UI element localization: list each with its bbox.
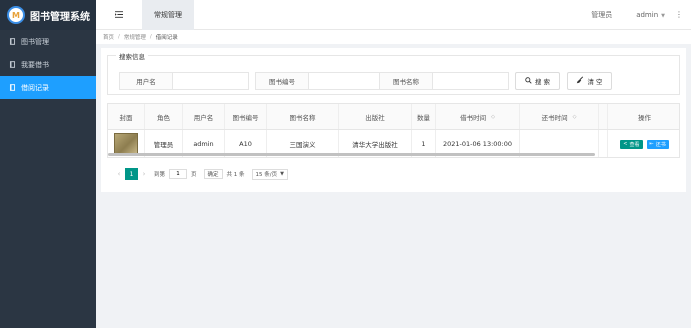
sort-icon[interactable]: ◇: [491, 114, 495, 120]
search-fieldset: 搜索信息 用户名 图书编号 图书名称 搜 索 清 空: [107, 51, 680, 95]
col-spacer: [599, 104, 608, 129]
app-title: 图书管理系统: [30, 11, 90, 23]
breadcrumb-general[interactable]: 常规管理: [124, 33, 146, 41]
book-icon: [9, 38, 16, 45]
tab-general-management[interactable]: 常规管理: [142, 0, 194, 30]
book-name-label: 图书名称: [379, 72, 433, 90]
next-page-icon[interactable]: ›: [138, 170, 150, 178]
breadcrumb-separator: /: [118, 34, 120, 40]
book-no-label: 图书编号: [255, 72, 309, 90]
col-return-time[interactable]: 还书时间 ◇: [520, 104, 599, 129]
share-icon: <: [623, 141, 628, 147]
user-menu[interactable]: admin ▼: [636, 11, 665, 19]
breadcrumb: 首页 / 常规管理 / 借阅记录: [96, 30, 691, 44]
sidebar-item-label: 图书管理: [21, 37, 49, 46]
book-cover-image: [114, 133, 138, 155]
broom-icon: [576, 76, 584, 86]
page-unit: 页: [191, 172, 197, 178]
sidebar-item-book-management[interactable]: 图书管理: [0, 30, 96, 53]
username-label: 用户名: [119, 72, 173, 90]
col-actions: 操作: [638, 113, 651, 122]
return-book-label: 还书: [655, 141, 666, 148]
total-count: 共 1 条: [226, 172, 245, 178]
book-no-input[interactable]: [309, 72, 385, 90]
borrow-records-table: 封面 角色 用户名 图书编号 图书名称 出版社 数量 借书时间 ◇ 还书时间 ◇ 操…: [107, 103, 680, 158]
breadcrumb-current: 借阅记录: [155, 35, 178, 41]
col-return-time-label: 还书时间: [541, 113, 568, 122]
search-button[interactable]: 搜 索: [515, 72, 560, 90]
col-book-no: 图书编号: [225, 104, 267, 129]
horizontal-scrollbar[interactable]: [108, 153, 595, 156]
view-button-label: 查看: [629, 141, 640, 148]
col-borrow-time[interactable]: 借书时间 ◇: [436, 104, 520, 129]
sidebar-item-borrow-book[interactable]: 我要借书: [0, 53, 96, 76]
sidebar-item-label: 我要借书: [21, 60, 49, 69]
header-right: 管理员 admin ▼ ⋮: [567, 0, 691, 30]
book-icon: [9, 61, 16, 68]
username-input[interactable]: [173, 72, 249, 90]
breadcrumb-separator: /: [149, 34, 152, 40]
book-icon: [9, 84, 16, 91]
goto-label: 到第: [154, 172, 166, 178]
page-number-current[interactable]: 1: [125, 168, 138, 180]
col-book-name: 图书名称: [267, 104, 339, 129]
more-icon[interactable]: ⋮: [675, 10, 683, 19]
search-legend: 搜索信息: [116, 51, 148, 61]
book-name-input[interactable]: [433, 72, 509, 90]
goto-page-input[interactable]: [169, 169, 188, 179]
role-link[interactable]: 管理员: [591, 10, 612, 20]
app-logo: M: [7, 6, 25, 24]
top-header: 常规管理 管理员 admin ▼ ⋮: [96, 0, 691, 30]
return-icon: ⇤: [649, 141, 654, 147]
col-role: 角色: [145, 104, 183, 129]
menu-fold-icon[interactable]: [96, 0, 142, 30]
page-size-value: 15 条/页: [255, 172, 278, 178]
confirm-page-button[interactable]: 确定: [203, 169, 223, 179]
logo-row[interactable]: M 图书管理系统: [0, 0, 96, 30]
col-username: 用户名: [183, 104, 225, 129]
search-button-label: 搜 索: [534, 78, 551, 86]
clear-button-label: 清 空: [587, 78, 603, 86]
sidebar-item-label: 借阅记录: [21, 83, 49, 92]
actions-cell: < 查看 ⇤ 还书: [608, 130, 679, 157]
content-card: 搜索信息 用户名 图书编号 图书名称 搜 索 清 空 封面 角色 用户名 图书编…: [101, 48, 686, 192]
chevron-down-icon: ▼: [280, 171, 285, 177]
pagination: ‹ 1 › 到第 页 确定 共 1 条 15 条/页▼: [113, 167, 289, 181]
view-button[interactable]: < 查看: [620, 139, 643, 149]
col-cover: 封面: [108, 104, 145, 129]
return-book-button[interactable]: ⇤ 还书: [646, 139, 669, 149]
user-name: admin: [636, 10, 659, 19]
spacer-cell: [599, 130, 608, 157]
breadcrumb-home[interactable]: 首页: [103, 33, 114, 41]
search-icon: [525, 76, 532, 86]
clear-button[interactable]: 清 空: [567, 72, 612, 90]
col-publisher: 出版社: [339, 104, 412, 129]
sort-icon[interactable]: ◇: [573, 114, 577, 120]
sidebar-item-borrow-records[interactable]: 借阅记录: [0, 76, 96, 99]
table-header: 封面 角色 用户名 图书编号 图书名称 出版社 数量 借书时间 ◇ 还书时间 ◇ 操…: [108, 104, 679, 130]
col-borrow-time-label: 借书时间: [460, 113, 487, 122]
chevron-down-icon: ▼: [661, 12, 665, 19]
sidebar: M 图书管理系统 图书管理 我要借书 借阅记录: [0, 0, 96, 328]
prev-page-icon[interactable]: ‹: [113, 170, 125, 178]
col-quantity: 数量: [412, 104, 436, 129]
page-size-select[interactable]: 15 条/页 ▼: [251, 168, 289, 180]
